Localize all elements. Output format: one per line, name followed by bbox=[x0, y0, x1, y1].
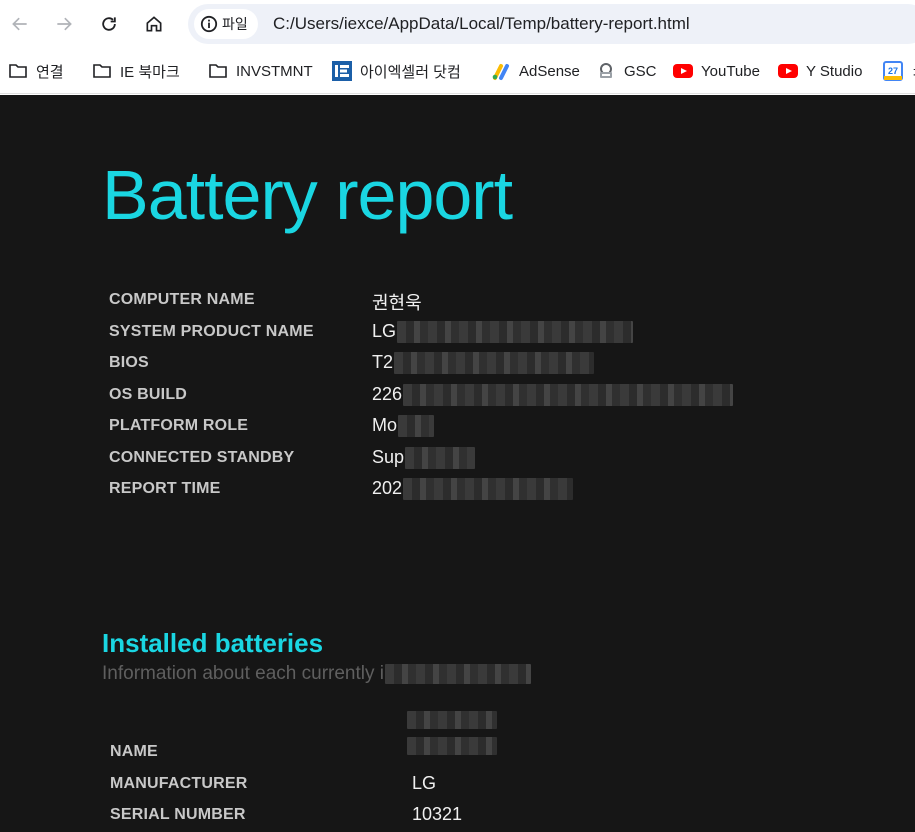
back-button[interactable] bbox=[4, 8, 36, 40]
battery-label: MANUFACTURER bbox=[110, 774, 248, 792]
site-chip-label: 파일 bbox=[222, 17, 248, 33]
bookmark-label: YouTube bbox=[701, 62, 760, 80]
reload-icon bbox=[102, 17, 116, 31]
bookmark-label: 아이엑셀러 닷컴 bbox=[360, 63, 461, 81]
redacted-block bbox=[403, 478, 574, 501]
info-label: OS BUILD bbox=[109, 385, 188, 403]
bookmark-folder[interactable]: INVSTMNT bbox=[208, 60, 313, 82]
info-label: BIOS bbox=[109, 354, 149, 371]
bookmark-link[interactable]: YouTube bbox=[673, 60, 760, 82]
section-subtitle: Information about each currently i bbox=[102, 663, 531, 685]
calendar-icon: 27 bbox=[883, 61, 903, 81]
bookmark-link[interactable]: 아이엑셀러 닷컴 bbox=[332, 60, 461, 82]
battery-column-header bbox=[406, 711, 497, 763]
bookmark-label: AdSense bbox=[519, 62, 580, 80]
info-label: CONNECTED STANDBY bbox=[109, 448, 295, 466]
site-info-chip[interactable]: 파일 bbox=[194, 9, 258, 39]
redacted-block bbox=[405, 446, 476, 469]
bookmark-link[interactable]: AdSense bbox=[491, 60, 580, 82]
bookmark-label: GSC bbox=[624, 62, 657, 80]
section-title: Installed batteries bbox=[102, 628, 324, 658]
redacted-block bbox=[394, 352, 595, 375]
bookmark-link[interactable]: Y Studio bbox=[778, 60, 862, 82]
bookmark-folder[interactable]: IE 북마크 bbox=[92, 60, 180, 82]
bookmark-label: INVSTMNT bbox=[236, 62, 313, 80]
svg-text:27: 27 bbox=[888, 66, 898, 76]
info-label: PLATFORM ROLE bbox=[109, 417, 249, 434]
info-label: REPORT TIME bbox=[109, 480, 221, 497]
youtube-icon bbox=[778, 64, 798, 78]
adsense-icon bbox=[492, 64, 509, 80]
info-value: 권현욱 bbox=[372, 293, 422, 313]
folder-icon bbox=[93, 64, 111, 78]
address-bar[interactable]: 파일 C:/Users/iexce/AppData/Local/Temp/bat… bbox=[188, 4, 915, 44]
battery-value: 10321 bbox=[412, 804, 463, 824]
info-value: Sup bbox=[372, 446, 476, 469]
info-value: Mo bbox=[372, 415, 435, 438]
info-label: SYSTEM PRODUCT NAME bbox=[109, 322, 314, 340]
home-icon bbox=[146, 16, 162, 32]
url-text[interactable]: C:/Users/iexce/AppData/Local/Temp/batter… bbox=[273, 14, 690, 34]
forward-button[interactable] bbox=[48, 8, 80, 40]
folder-icon bbox=[209, 64, 227, 78]
info-value: 226 bbox=[372, 383, 734, 406]
redacted-block bbox=[403, 383, 734, 406]
battery-label: NAME bbox=[110, 743, 158, 760]
folder-icon bbox=[9, 64, 27, 78]
redacted-block bbox=[407, 737, 497, 755]
arrow-left-icon bbox=[12, 17, 27, 31]
gsc-icon bbox=[600, 63, 612, 78]
redacted-block bbox=[385, 663, 531, 684]
info-label: COMPUTER NAME bbox=[109, 291, 255, 308]
page-title: Battery report bbox=[102, 156, 513, 234]
browser-toolbar: 파일 C:/Users/iexce/AppData/Local/Temp/bat… bbox=[0, 0, 915, 48]
bookmarks-bar: 연결 IE 북마크 INVSTMNT 아이엑셀러 닷컴 AdSense GSC … bbox=[0, 48, 915, 94]
info-icon bbox=[200, 15, 218, 33]
bookmark-link[interactable]: GSC bbox=[596, 60, 657, 82]
bookmark-label: IE 북마크 bbox=[120, 63, 180, 81]
info-value: LG bbox=[372, 320, 634, 343]
battery-value: LG bbox=[412, 772, 437, 793]
info-value: T2 bbox=[372, 352, 595, 375]
arrow-right-icon bbox=[57, 17, 72, 31]
bookmark-folder[interactable]: 연결 bbox=[8, 60, 64, 82]
reload-button[interactable] bbox=[93, 8, 125, 40]
home-button[interactable] bbox=[138, 8, 170, 40]
info-value: 202 bbox=[372, 478, 574, 501]
redacted-block bbox=[407, 711, 497, 729]
bookmark-label: 연결 bbox=[36, 63, 64, 81]
ie-logo-icon bbox=[332, 61, 352, 81]
bookmark-label: ㅊ bbox=[911, 61, 915, 82]
report-page: Battery report COMPUTER NAME 권현욱 SYSTEM … bbox=[0, 95, 915, 832]
redacted-block bbox=[397, 320, 634, 343]
youtube-icon bbox=[673, 64, 693, 78]
bookmark-link[interactable]: 27 ㅊ bbox=[883, 60, 915, 82]
redacted-block bbox=[398, 415, 435, 438]
bookmark-label: Y Studio bbox=[806, 62, 863, 80]
battery-label: SERIAL NUMBER bbox=[110, 806, 246, 823]
